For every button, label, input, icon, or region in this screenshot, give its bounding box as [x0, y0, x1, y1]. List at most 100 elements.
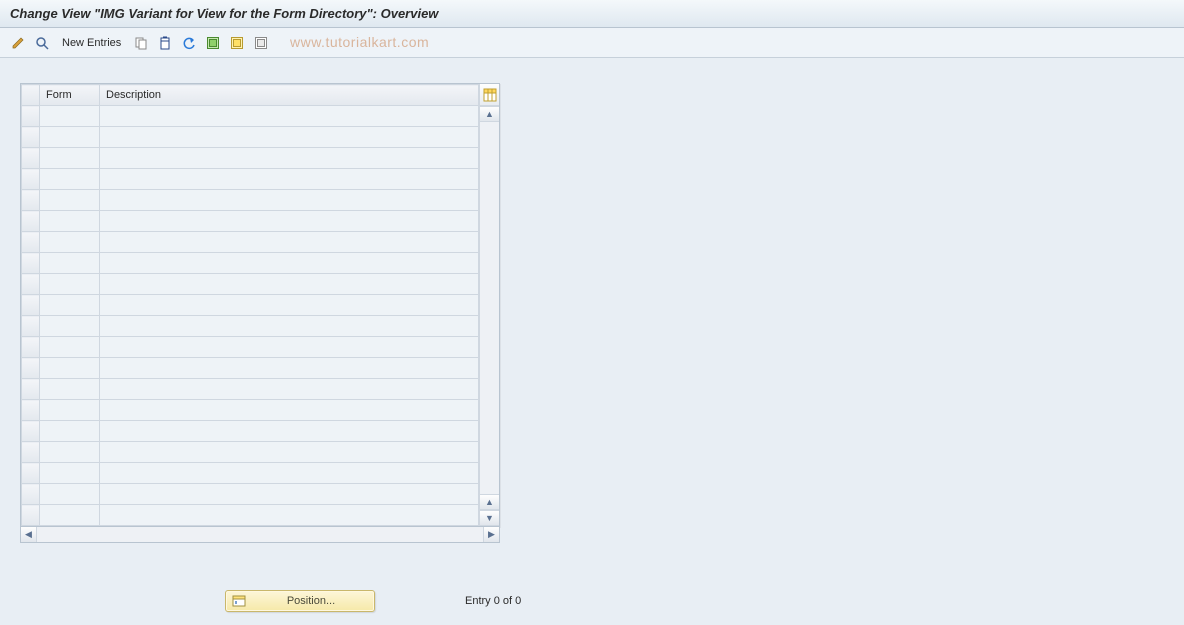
undo-icon[interactable]: [179, 33, 199, 53]
row-selector[interactable]: [22, 442, 40, 463]
column-header-description[interactable]: Description: [100, 85, 479, 106]
scroll-left-icon[interactable]: ◀: [21, 527, 37, 542]
position-button[interactable]: Position...: [225, 590, 375, 612]
cell-description[interactable]: [100, 211, 479, 232]
footer: Position... Entry 0 of 0: [0, 587, 1184, 615]
cell-form[interactable]: [40, 421, 100, 442]
cell-form[interactable]: [40, 169, 100, 190]
cell-form[interactable]: [40, 337, 100, 358]
cell-form[interactable]: [40, 400, 100, 421]
cell-description[interactable]: [100, 148, 479, 169]
hscroll-track[interactable]: [37, 527, 483, 542]
cell-form[interactable]: [40, 442, 100, 463]
delete-icon[interactable]: [155, 33, 175, 53]
table-row: [22, 211, 479, 232]
row-selector[interactable]: [22, 274, 40, 295]
cell-description[interactable]: [100, 358, 479, 379]
toggle-change-icon[interactable]: [8, 33, 28, 53]
select-block-icon[interactable]: [227, 33, 247, 53]
cell-description[interactable]: [100, 379, 479, 400]
row-selector[interactable]: [22, 358, 40, 379]
cell-form[interactable]: [40, 190, 100, 211]
row-selector[interactable]: [22, 127, 40, 148]
cell-description[interactable]: [100, 442, 479, 463]
cell-description[interactable]: [100, 421, 479, 442]
cell-description[interactable]: [100, 274, 479, 295]
row-selector[interactable]: [22, 148, 40, 169]
cell-form[interactable]: [40, 316, 100, 337]
cell-description[interactable]: [100, 295, 479, 316]
content-area: Form Description ▲ ▲ ▼ ◀ ▶: [0, 58, 1184, 625]
cell-form[interactable]: [40, 463, 100, 484]
table-row: [22, 295, 479, 316]
position-label: Position...: [254, 595, 368, 607]
cell-form[interactable]: [40, 148, 100, 169]
select-all-icon[interactable]: [203, 33, 223, 53]
row-selector[interactable]: [22, 211, 40, 232]
scroll-down-icon[interactable]: ▲: [480, 494, 499, 510]
cell-form[interactable]: [40, 505, 100, 526]
table-row: [22, 232, 479, 253]
cell-form[interactable]: [40, 211, 100, 232]
table-row: [22, 253, 479, 274]
row-selector[interactable]: [22, 232, 40, 253]
cell-description[interactable]: [100, 106, 479, 127]
cell-form[interactable]: [40, 295, 100, 316]
table-row: [22, 421, 479, 442]
column-header-form[interactable]: Form: [40, 85, 100, 106]
row-selector[interactable]: [22, 400, 40, 421]
toolbar: New Entries www.tutorialkart.com: [0, 28, 1184, 58]
row-selector[interactable]: [22, 505, 40, 526]
row-selector[interactable]: [22, 421, 40, 442]
cell-form[interactable]: [40, 358, 100, 379]
new-entries-button[interactable]: New Entries: [56, 33, 127, 53]
cell-form[interactable]: [40, 232, 100, 253]
cell-description[interactable]: [100, 505, 479, 526]
row-selector[interactable]: [22, 484, 40, 505]
cell-form[interactable]: [40, 484, 100, 505]
page-title: Change View "IMG Variant for View for th…: [10, 6, 438, 21]
table-row: [22, 190, 479, 211]
table-row: [22, 106, 479, 127]
cell-description[interactable]: [100, 337, 479, 358]
table-row: [22, 358, 479, 379]
row-selector[interactable]: [22, 169, 40, 190]
cell-description[interactable]: [100, 169, 479, 190]
deselect-all-icon[interactable]: [251, 33, 271, 53]
cell-form[interactable]: [40, 379, 100, 400]
table-row: [22, 274, 479, 295]
vertical-scrollbar[interactable]: ▲ ▲ ▼: [480, 106, 499, 526]
table-area: Form Description ▲ ▲ ▼: [20, 83, 500, 527]
row-selector[interactable]: [22, 316, 40, 337]
cell-description[interactable]: [100, 400, 479, 421]
row-selector[interactable]: [22, 463, 40, 484]
copy-icon[interactable]: [131, 33, 151, 53]
cell-description[interactable]: [100, 232, 479, 253]
cell-form[interactable]: [40, 274, 100, 295]
cell-description[interactable]: [100, 253, 479, 274]
scroll-up-icon[interactable]: ▲: [480, 106, 499, 122]
row-selector[interactable]: [22, 337, 40, 358]
row-selector[interactable]: [22, 190, 40, 211]
row-selector[interactable]: [22, 295, 40, 316]
cell-description[interactable]: [100, 316, 479, 337]
scroll-right-icon[interactable]: ▶: [483, 527, 499, 542]
details-icon[interactable]: [32, 33, 52, 53]
scroll-down2-icon[interactable]: ▼: [480, 510, 499, 526]
row-selector[interactable]: [22, 106, 40, 127]
table-row: [22, 400, 479, 421]
row-selector[interactable]: [22, 379, 40, 400]
cell-description[interactable]: [100, 127, 479, 148]
row-selector-header[interactable]: [22, 85, 40, 106]
cell-form[interactable]: [40, 253, 100, 274]
cell-description[interactable]: [100, 190, 479, 211]
horizontal-scrollbar[interactable]: ◀ ▶: [20, 527, 500, 543]
table-row: [22, 169, 479, 190]
table-settings-icon[interactable]: [480, 84, 499, 106]
row-selector[interactable]: [22, 253, 40, 274]
cell-description[interactable]: [100, 484, 479, 505]
scroll-track[interactable]: [480, 122, 499, 494]
cell-form[interactable]: [40, 106, 100, 127]
cell-description[interactable]: [100, 463, 479, 484]
cell-form[interactable]: [40, 127, 100, 148]
